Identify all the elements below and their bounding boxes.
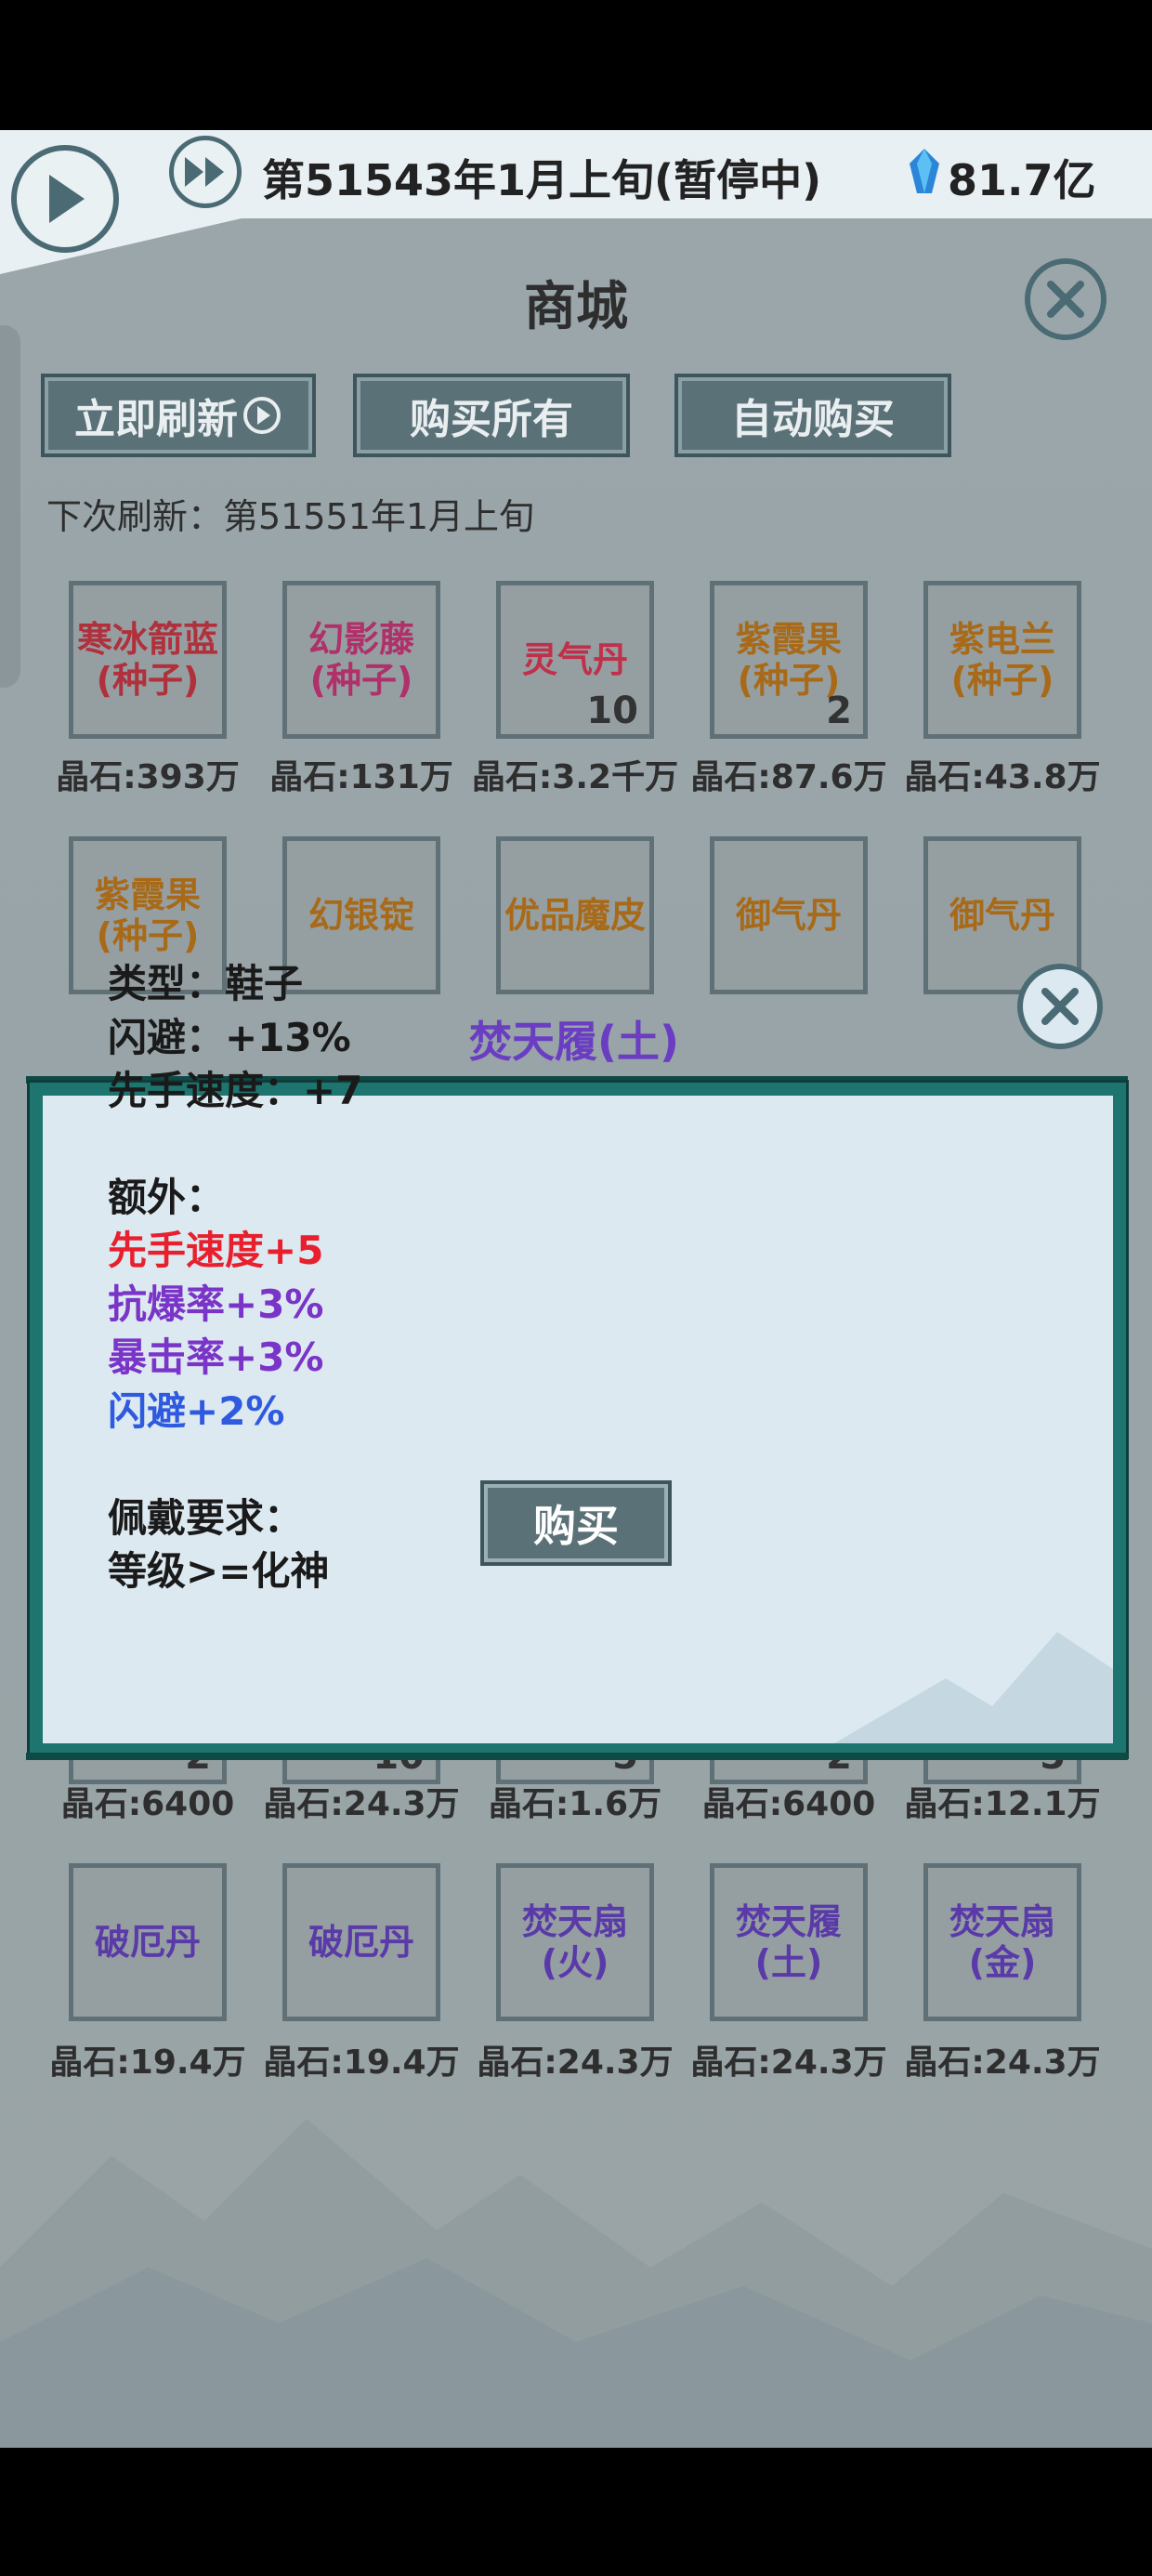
shop-item-slot[interactable]: 紫电兰(种子) [923, 581, 1081, 739]
shop-item-name: 破厄丹 [94, 1922, 201, 1963]
play-button[interactable] [11, 145, 119, 253]
shop-item-price: 晶石:43.8万 [904, 758, 1101, 796]
refresh-now-button[interactable]: 立即刷新 [41, 374, 316, 457]
shop-item-price: 晶石:1.6万 [488, 1785, 662, 1823]
popup-mountain-decoration [834, 1632, 1113, 1743]
refresh-now-label: 立即刷新 [74, 396, 238, 443]
close-icon [1041, 988, 1079, 1025]
shop-item-slot[interactable]: 幻影藤(种子) [282, 581, 440, 739]
shop-item-slot[interactable]: 焚天履(土) [710, 1863, 868, 2021]
requirement-label: 佩戴要求： [108, 1495, 304, 1541]
fast-forward-icon [185, 157, 224, 187]
extra-stat-4: 闪避+2% [108, 1388, 285, 1434]
game-date-status: 第51543年1月上旬(暂停中) [262, 155, 822, 205]
shop-item-price: 晶石:24.3万 [263, 1785, 460, 1823]
extra-stat-2: 抗爆率+3% [108, 1281, 324, 1327]
game-screen: 第51543年1月上旬(暂停中) 81.7亿 商城 立即刷新 购买所有 自动购买… [0, 130, 1152, 2448]
shop-item-count: 10 [586, 690, 638, 732]
navigation-bar-area [0, 2448, 1152, 2576]
buy-all-button[interactable]: 购买所有 [353, 374, 630, 457]
shop-item-slot[interactable]: 破厄丹 [69, 1863, 227, 2021]
crystal-icon [910, 149, 939, 193]
shop-item-name: 寒冰箭蓝(种子) [77, 619, 219, 701]
shop-item-name: 幻影藤(种子) [308, 619, 414, 701]
shop-item-name: 焚天履(土) [735, 1901, 842, 1983]
crystal-amount: 81.7亿 [948, 155, 1096, 205]
status-bar-area [0, 0, 1152, 130]
shop-item-name: 紫电兰(种子) [949, 619, 1055, 701]
shop-item-price: 晶石:87.6万 [690, 758, 887, 796]
side-drawer-handle[interactable] [0, 325, 20, 688]
extra-label: 额外： [108, 1175, 226, 1220]
shop-title: 商城 [524, 277, 628, 337]
shop-item-slot[interactable]: 紫霞果(种子) 2 [710, 581, 868, 739]
scroll-rod-bottom [26, 1753, 1128, 1760]
shop-item-price: 晶石:131万 [269, 758, 453, 796]
shop-item-price: 晶石:6400 [60, 1785, 235, 1823]
shop-item-price: 晶石:19.4万 [263, 2044, 460, 2082]
next-refresh-info: 下次刷新：第51551年1月上旬 [46, 496, 535, 537]
shop-item-name: 焚天扇(金) [949, 1901, 1055, 1983]
shop-item-price: 晶石:24.3万 [477, 2044, 674, 2082]
item-speed: 先手速度：+7 [108, 1068, 363, 1113]
shop-item-price: 晶石:6400 [701, 1785, 876, 1823]
extra-stat-1: 先手速度+5 [108, 1228, 324, 1273]
shop-item-name: 破厄丹 [308, 1922, 414, 1963]
extra-stat-3: 暴击率+3% [108, 1334, 324, 1380]
shop-item-slot[interactable]: 灵气丹 10 [496, 581, 654, 739]
shop-item-count: 2 [826, 690, 852, 732]
shop-item-slot[interactable]: 焚天扇(金) [923, 1863, 1081, 2021]
shop-item-price: 晶石:19.4万 [49, 2044, 246, 2082]
requirement-value: 等级>=化神 [108, 1548, 330, 1594]
shop-item-price: 晶石:24.3万 [690, 2044, 887, 2082]
shop-item-price: 晶石:3.2千万 [471, 758, 679, 796]
popup-close-button[interactable] [1017, 964, 1103, 1049]
fast-forward-button[interactable] [169, 136, 242, 208]
shop-item-slot[interactable]: 焚天扇(火) [496, 1863, 654, 2021]
shop-item-price: 晶石:393万 [56, 758, 240, 796]
buy-button[interactable]: 购买 [480, 1480, 672, 1566]
shop-item-slot[interactable]: 寒冰箭蓝(种子) [69, 581, 227, 739]
shop-item-price: 晶石:12.1万 [904, 1785, 1101, 1823]
play-icon [49, 175, 85, 223]
play-circle-icon [243, 397, 281, 434]
auto-buy-button[interactable]: 自动购买 [674, 374, 951, 457]
shop-item-price: 晶石:24.3万 [904, 2044, 1101, 2082]
item-name: 焚天履(土) [469, 1017, 680, 1067]
close-icon [1047, 281, 1084, 318]
item-dodge: 闪避：+13% [108, 1015, 351, 1060]
shop-item-slot[interactable]: 破厄丹 [282, 1863, 440, 2021]
shop-close-button[interactable] [1025, 258, 1106, 340]
item-type: 类型：鞋子 [108, 961, 304, 1006]
shop-item-name: 焚天扇(火) [521, 1901, 628, 1983]
